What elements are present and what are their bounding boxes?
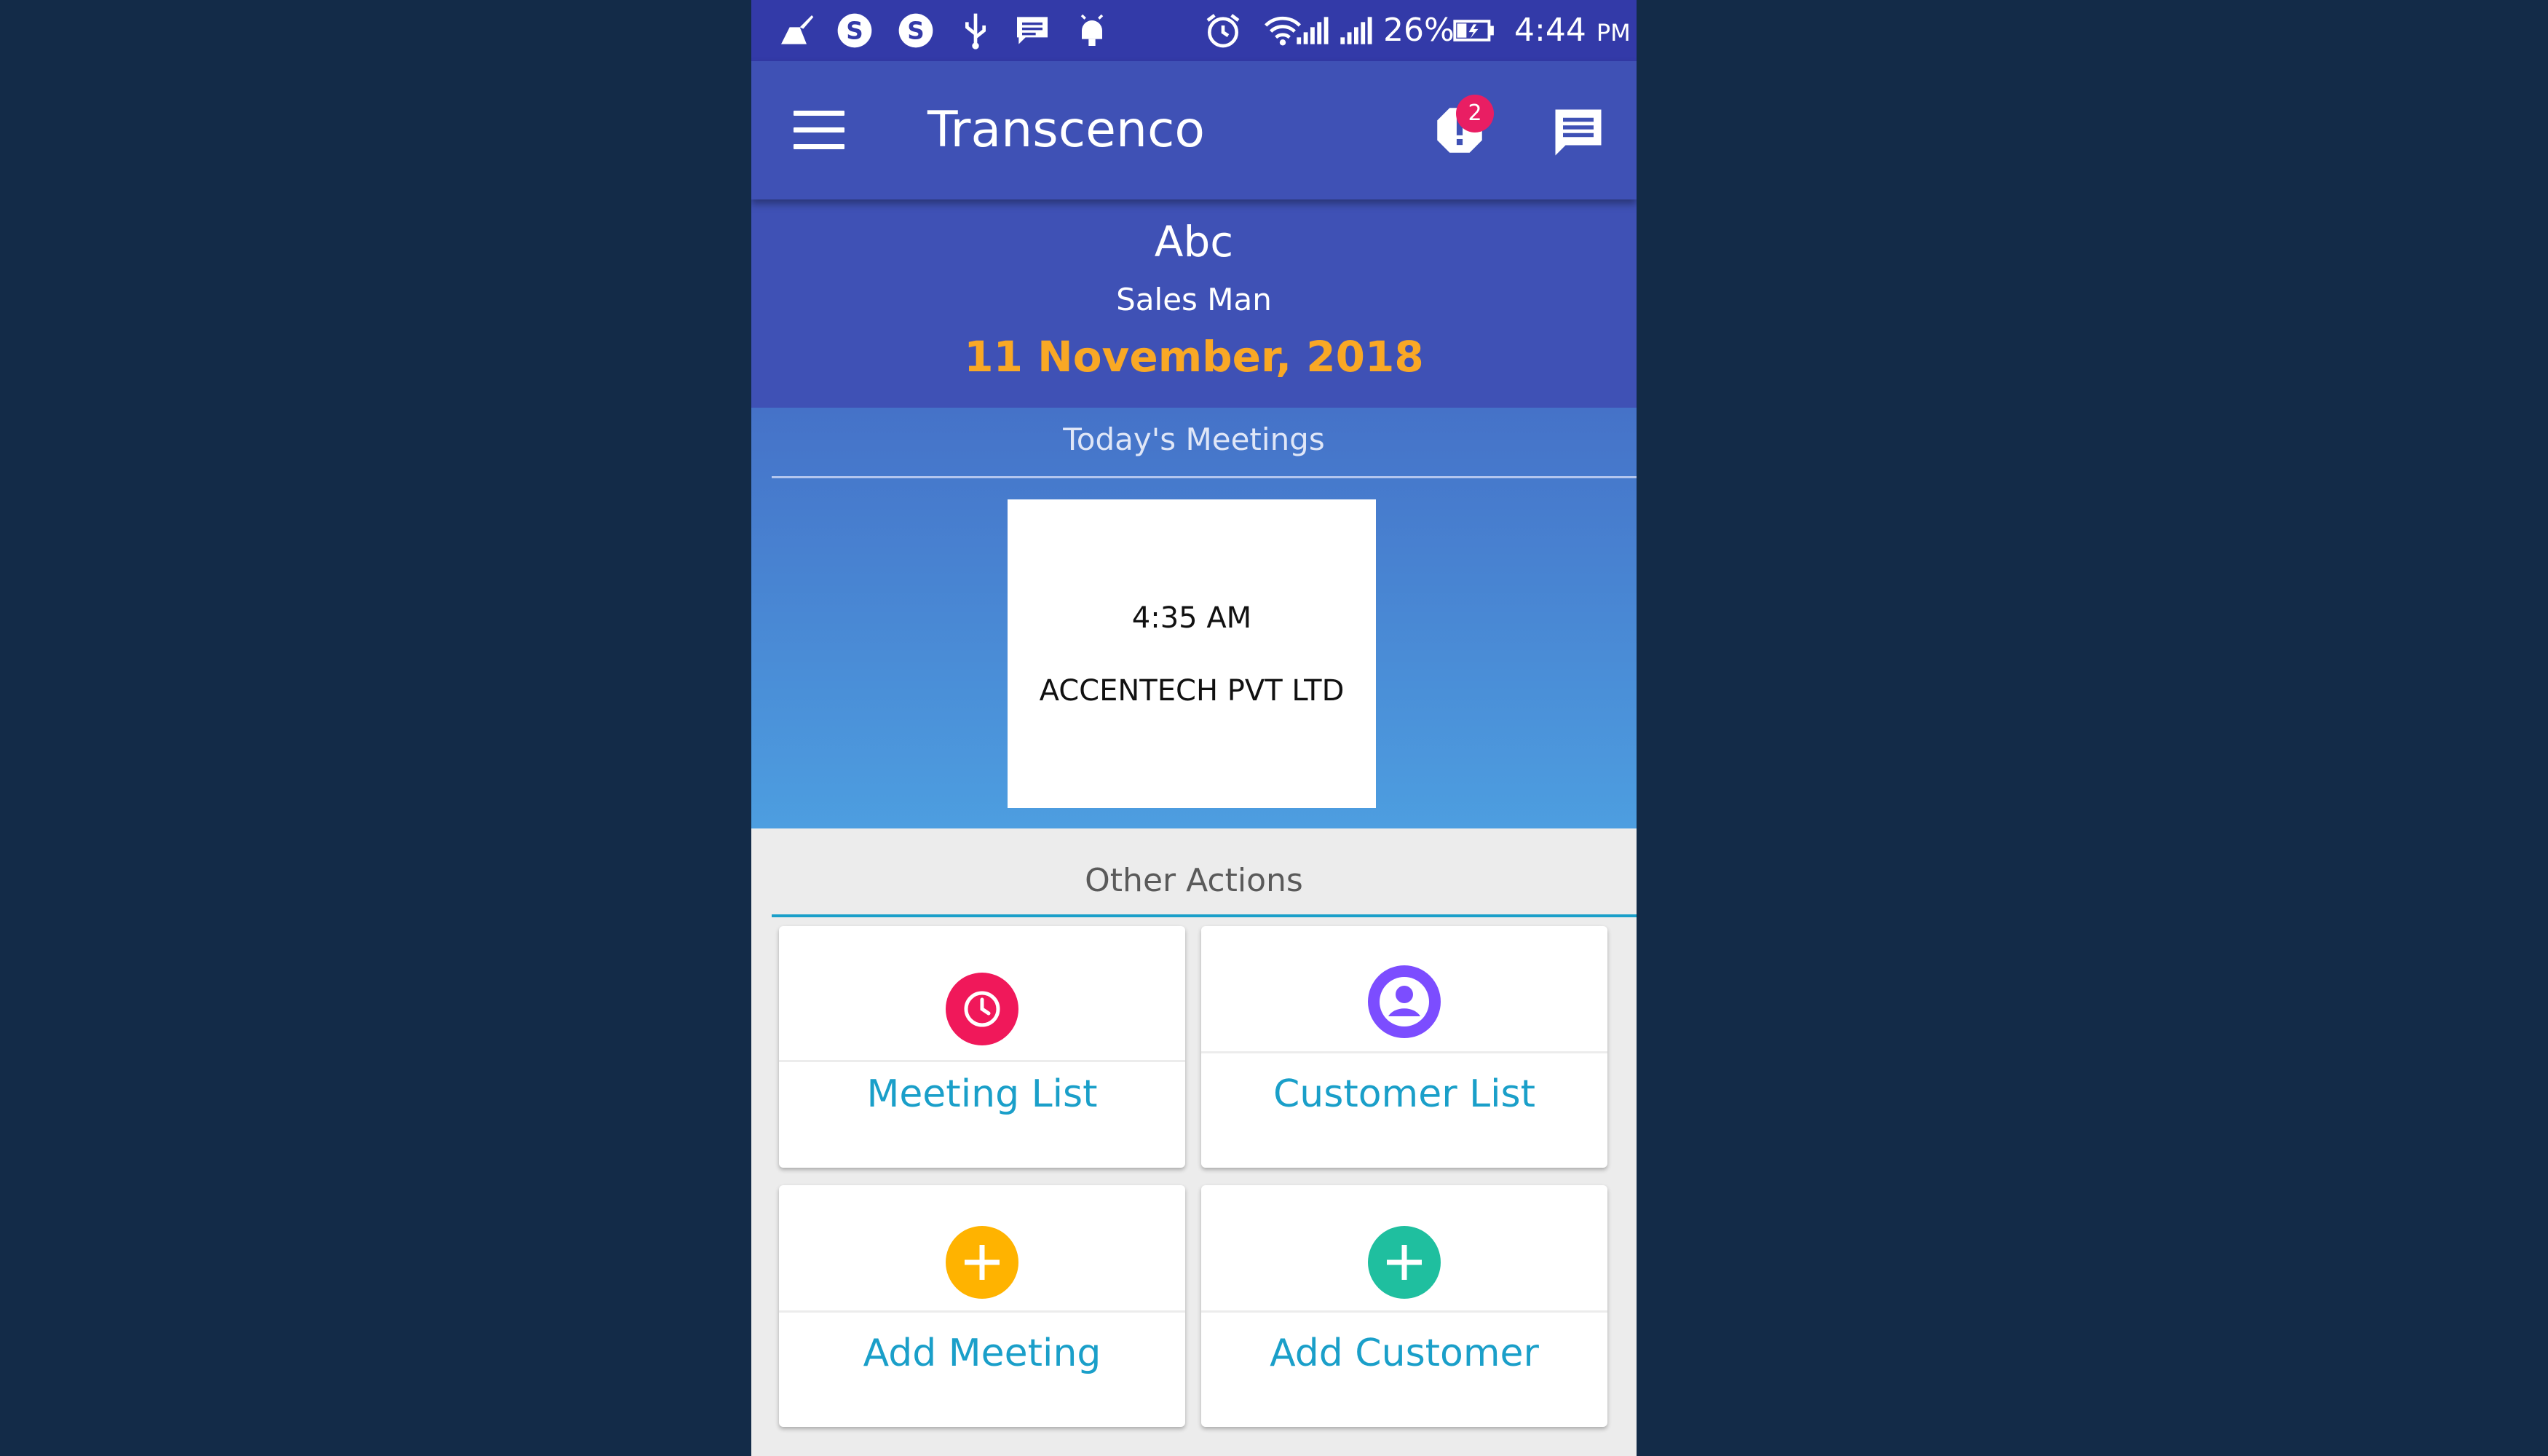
tile-label: Add Meeting	[863, 1332, 1101, 1375]
plus-icon	[946, 1226, 1018, 1299]
meeting-company: ACCENTECH PVT LTD	[1039, 674, 1345, 708]
current-date: 11 November, 2018	[964, 332, 1424, 381]
todays-meetings-section: Today's Meetings 4:35 AM ACCENTECH PVT L…	[751, 408, 1637, 828]
meeting-card[interactable]: 4:35 AM ACCENTECH PVT LTD	[1008, 499, 1376, 808]
skype-icon: S	[898, 13, 933, 48]
signal-icon	[1340, 17, 1372, 44]
app-title: Transcenco	[927, 101, 1206, 159]
meeting-time: 4:35 AM	[1131, 601, 1252, 635]
message-icon	[1017, 17, 1048, 44]
clock-ampm: PM	[1596, 19, 1631, 47]
plus-icon	[1368, 1226, 1441, 1299]
app-bar: Transcenco 2	[751, 61, 1637, 199]
status-bar: S S 26% 4:44 PM	[751, 0, 1637, 61]
user-name: Abc	[1154, 217, 1234, 266]
divider	[779, 1310, 1185, 1313]
user-circle-icon	[1368, 965, 1441, 1038]
add-customer-button[interactable]: Add Customer	[1201, 1185, 1607, 1427]
clock-time: 4:44	[1514, 12, 1586, 49]
customer-list-button[interactable]: Customer List	[1201, 926, 1607, 1168]
notification-badge: 2	[1456, 95, 1494, 132]
meeting-list-button[interactable]: Meeting List	[779, 926, 1185, 1168]
menu-icon	[794, 111, 844, 116]
profile-header: Abc Sales Man 11 November, 2018	[751, 199, 1637, 408]
divider	[779, 1060, 1185, 1062]
section-title: Today's Meetings	[1063, 422, 1325, 457]
chat-icon[interactable]	[1548, 102, 1609, 163]
other-actions-title: Other Actions	[1085, 862, 1303, 899]
divider	[1201, 1310, 1607, 1313]
svg-text:S: S	[846, 17, 863, 45]
user-role: Sales Man	[1116, 282, 1272, 317]
alarm-icon	[1206, 14, 1240, 48]
battery-icon	[1453, 20, 1494, 41]
divider	[1201, 1051, 1607, 1053]
divider	[772, 476, 1637, 478]
cleaner-icon	[781, 15, 814, 44]
skype-icon: S	[837, 13, 872, 48]
usb-icon	[965, 13, 986, 50]
tile-label: Customer List	[1273, 1072, 1535, 1116]
tile-label: Meeting List	[866, 1072, 1098, 1116]
add-meeting-button[interactable]: Add Meeting	[779, 1185, 1185, 1427]
tile-label: Add Customer	[1270, 1332, 1539, 1375]
signal-icon	[1297, 17, 1329, 44]
clock: 4:44 PM	[1514, 7, 1631, 56]
phone-screen: S S 26% 4:44 PM Transcenco 2 Abc Sales M…	[751, 0, 1637, 1456]
battery-percent: 26%	[1383, 12, 1455, 49]
android-icon	[1080, 14, 1104, 46]
svg-text:S: S	[907, 17, 925, 45]
clock-icon	[946, 973, 1018, 1045]
divider	[772, 914, 1637, 917]
menu-button[interactable]	[794, 111, 844, 150]
